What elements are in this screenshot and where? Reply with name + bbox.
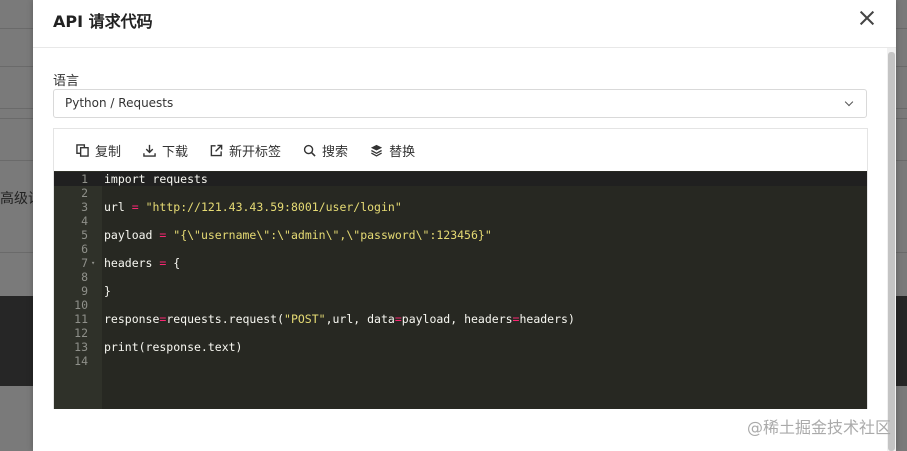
code-line-text: import requests <box>104 172 208 186</box>
download-button[interactable]: 下载 <box>143 141 188 160</box>
open-new-tab-button-label: 新开标签 <box>229 144 282 160</box>
language-select[interactable]: Python / Requests <box>53 89 867 118</box>
line-number: 1 <box>81 172 88 186</box>
search-button[interactable]: 搜索 <box>303 141 348 160</box>
modal-scrollbar[interactable] <box>887 48 896 451</box>
watermark: @稀土掘金技术社区 <box>746 418 891 437</box>
line-number: 14 <box>74 354 88 368</box>
code-line: 9} <box>54 284 867 298</box>
code-editor[interactable]: 1 import requests 2 3 url = "http://121.43.4… <box>54 171 867 409</box>
code-editor-panel: 复制 下载 新开标签 搜索 替换 1 import requests 2 3 url =… <box>53 128 868 409</box>
code-line: 7 ▾ headers = { <box>54 256 867 270</box>
line-number: 7 <box>81 256 88 270</box>
code-line: 5 payload = "{\"username\":\"admin\",\"pa… <box>54 228 867 242</box>
code-line-text: response=requests.request("POST",url, da… <box>104 312 575 326</box>
open-new-tab-button[interactable]: 新开标签 <box>210 141 281 160</box>
download-button-label: 下载 <box>162 144 189 160</box>
code-line: 14 <box>54 354 867 368</box>
code-line-text: payload = "{\"username\":\"admin\",\"pas… <box>104 228 492 242</box>
chevron-down-icon <box>844 97 854 107</box>
language-label: 语言 <box>53 74 80 89</box>
search-icon <box>303 144 316 157</box>
replace-button-label: 替换 <box>389 144 416 160</box>
line-number: 8 <box>81 270 88 284</box>
close-icon[interactable] <box>858 9 876 27</box>
modal-header: API 请求代码 <box>33 0 896 48</box>
external-link-icon <box>210 144 223 156</box>
code-line-text: print(response.text) <box>104 340 243 354</box>
scrollbar-thumb[interactable] <box>888 52 895 451</box>
copy-button-label: 复制 <box>95 144 122 160</box>
copy-icon <box>76 143 89 157</box>
api-code-modal: API 请求代码 语言 Python / Requests 复制 下载 新开标签… <box>33 0 896 451</box>
layers-icon <box>370 144 383 157</box>
line-number: 4 <box>81 214 88 228</box>
line-number: 12 <box>74 326 88 340</box>
code-line-text: } <box>104 284 111 298</box>
code-line: 2 <box>54 186 867 200</box>
line-number: 10 <box>74 298 88 312</box>
download-icon <box>143 144 156 157</box>
line-number: 6 <box>81 242 88 256</box>
editor-toolbar: 复制 下载 新开标签 搜索 替换 <box>54 129 867 171</box>
code-line: 8 <box>54 270 867 284</box>
line-number: 3 <box>81 200 88 214</box>
code-line-text: headers = { <box>104 256 181 270</box>
language-select-value: Python / Requests <box>65 96 174 110</box>
code-line-text: url = "http://121.43.43.59:8001/user/log… <box>104 200 402 214</box>
code-line: 10 <box>54 298 867 312</box>
code-line: 3 url = "http://121.43.43.59:8001/user/lo… <box>54 200 867 214</box>
line-number: 2 <box>81 186 88 200</box>
line-number: 11 <box>74 312 88 326</box>
code-line: 4 <box>54 214 867 228</box>
search-button-label: 搜索 <box>322 144 349 160</box>
code-line: 13 print(response.text) <box>54 340 867 354</box>
line-number: 5 <box>81 228 88 242</box>
code-line: 6 <box>54 242 867 256</box>
code-line: 12 <box>54 326 867 340</box>
modal-title: API 请求代码 <box>53 12 153 31</box>
background-label: 高级设 <box>0 191 33 207</box>
line-number: 9 <box>81 284 88 298</box>
code-line: 1 import requests <box>54 172 867 186</box>
line-number: 13 <box>74 340 88 354</box>
fold-toggle-icon[interactable]: ▾ <box>91 256 95 270</box>
replace-button[interactable]: 替换 <box>370 141 415 160</box>
copy-button[interactable]: 复制 <box>76 141 121 160</box>
code-line: 11 response=requests.request("POST",url, … <box>54 312 867 326</box>
